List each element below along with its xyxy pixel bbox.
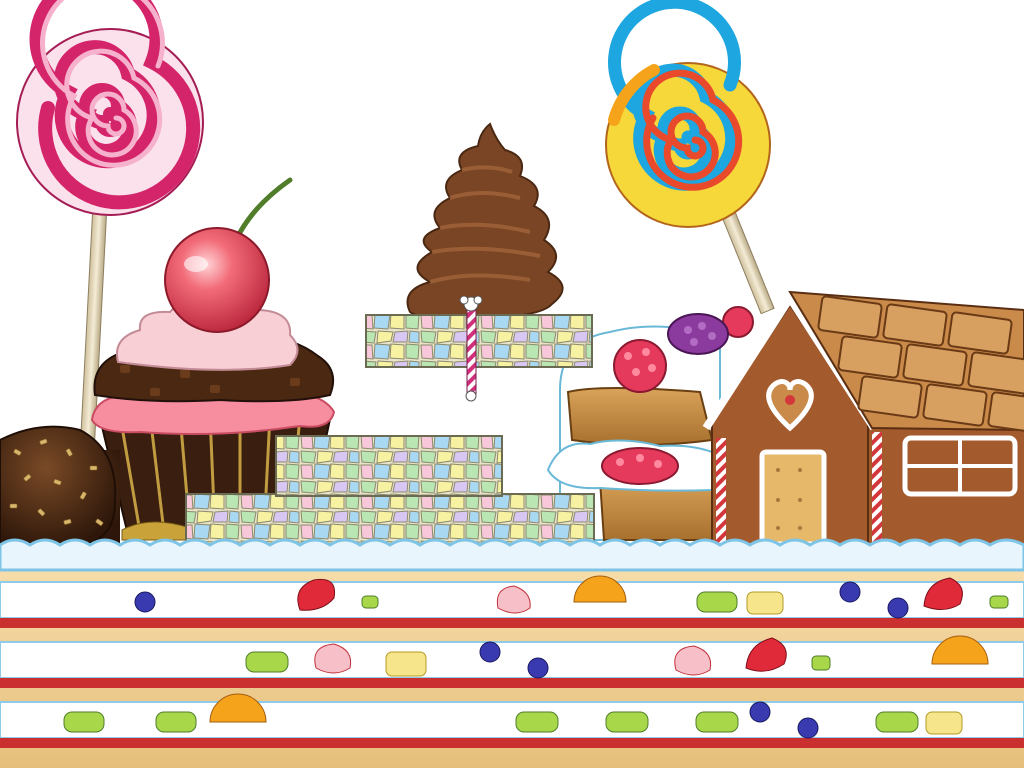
candy-cane-post (716, 438, 726, 548)
jam-layer (0, 618, 1024, 628)
jam-layer (0, 678, 1024, 688)
house-door (759, 449, 827, 547)
marshmallow-platform-top (365, 314, 593, 368)
marshmallow-platform-bottom (185, 493, 595, 545)
candy-cane-post (872, 432, 882, 546)
blackberries (667, 313, 729, 355)
chocolate-cake-ball (0, 425, 120, 546)
layered-cake-ground (0, 538, 1024, 768)
candy-world-scene (0, 0, 1024, 768)
lollipop-rainbow (605, 0, 775, 315)
jam-layer (0, 738, 1024, 748)
cream-layer (0, 701, 1024, 739)
cream-layer (0, 641, 1024, 679)
cherry (164, 227, 270, 333)
chocolate-soft-serve (406, 122, 564, 320)
cake-sponge-top (566, 387, 714, 446)
marshmallow-platform-middle (275, 435, 503, 497)
gingerbread-house (702, 290, 1024, 548)
